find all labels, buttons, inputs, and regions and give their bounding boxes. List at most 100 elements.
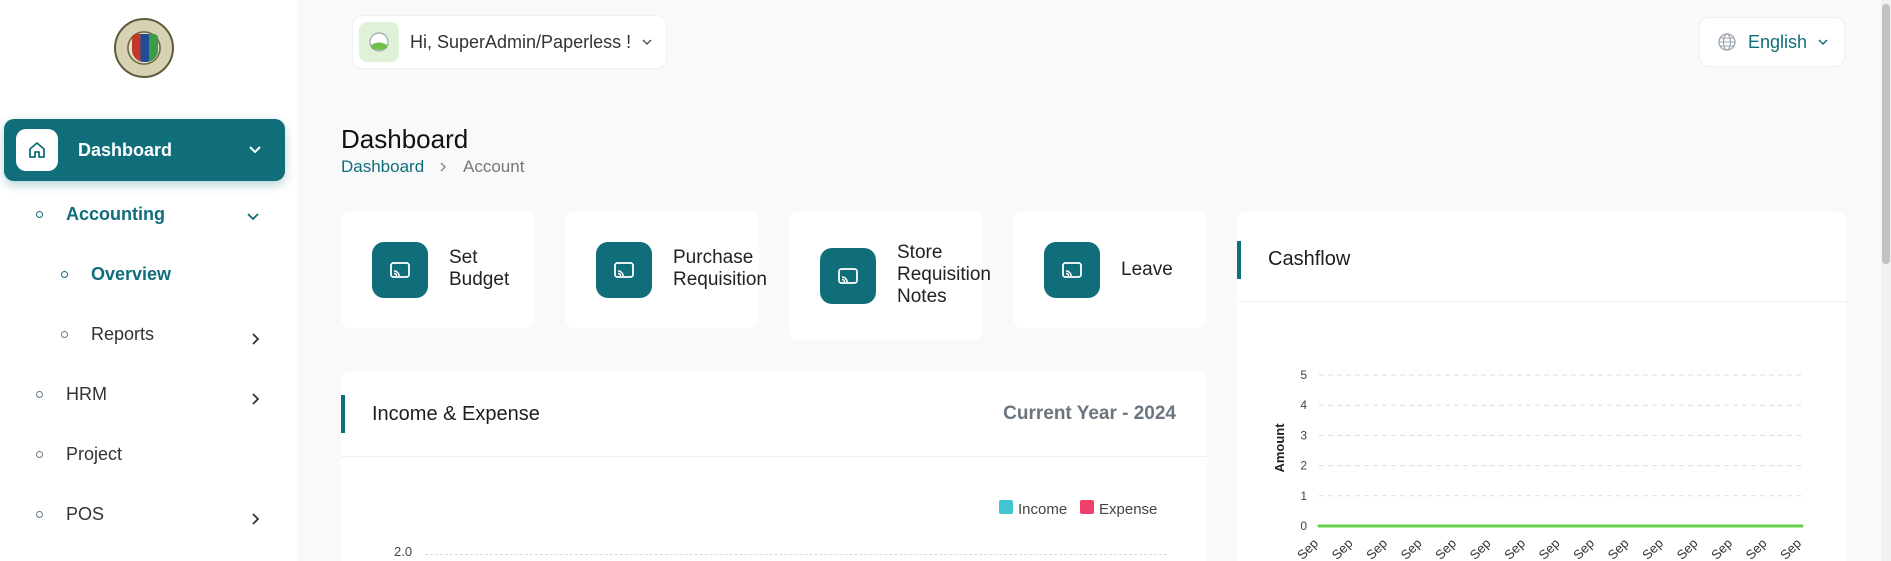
cashflow-point bbox=[1524, 524, 1528, 528]
quick-action-label: Purchase Requisition bbox=[673, 247, 767, 290]
user-greeting: Hi, SuperAdmin/Paperless ! bbox=[410, 31, 632, 52]
card-accent bbox=[1237, 241, 1241, 279]
sidebar-item-label: HRM bbox=[66, 384, 107, 404]
sidebar-item-label: Overview bbox=[91, 264, 172, 284]
cast-icon bbox=[1044, 242, 1100, 298]
quick-action-label: Set Budget bbox=[449, 247, 510, 290]
x-tick-label: Sep bbox=[1674, 536, 1701, 561]
cast-icon bbox=[596, 242, 652, 298]
x-tick-label: Sep bbox=[1605, 536, 1632, 561]
cashflow-point bbox=[1628, 524, 1631, 528]
x-tick-label: Sep bbox=[1708, 536, 1735, 561]
cast-icon bbox=[820, 248, 876, 304]
period-label: Current Year - 2024 bbox=[1003, 403, 1176, 424]
cashflow-point bbox=[1386, 524, 1390, 528]
cashflow-point bbox=[1559, 524, 1562, 528]
chevron-right-icon bbox=[252, 393, 260, 405]
x-tick-label: Sep bbox=[1363, 536, 1390, 561]
card-title: Income & Expense bbox=[372, 403, 540, 425]
sidebar-item-label: Accounting bbox=[66, 204, 165, 224]
x-tick-label: Sep bbox=[1501, 536, 1528, 561]
chevron-down-icon bbox=[642, 39, 652, 46]
sidebar-item-dashboard[interactable]: Dashboard bbox=[4, 119, 285, 181]
chevron-down-icon bbox=[249, 146, 261, 154]
income-expense-card: Income & Expense Current Year - 2024 Inc… bbox=[341, 371, 1207, 561]
chevron-down-icon bbox=[247, 213, 259, 221]
cashflow-point bbox=[1766, 524, 1769, 528]
y-tick-label: 5 bbox=[1300, 368, 1307, 382]
y-tick-label: 2.0 bbox=[394, 544, 413, 559]
bullet-icon bbox=[61, 331, 68, 338]
y-axis-label: Amount bbox=[1272, 423, 1287, 473]
x-tick-label: Sep bbox=[1639, 536, 1666, 561]
y-tick-label: 4 bbox=[1300, 398, 1307, 412]
quick-action-leave[interactable]: Leave bbox=[1013, 211, 1207, 328]
page-title: Dashboard bbox=[341, 124, 469, 154]
chevron-right-icon bbox=[440, 162, 446, 172]
x-tick-label: Sep bbox=[1536, 536, 1563, 561]
sidebar-item-label: Reports bbox=[91, 324, 155, 344]
bullet-icon bbox=[36, 391, 43, 398]
legend-swatch-income bbox=[999, 500, 1013, 514]
card-divider bbox=[341, 456, 1207, 457]
bullet-icon bbox=[36, 451, 43, 458]
x-tick-label: Sep bbox=[1467, 536, 1494, 561]
sidebar-item-label: Project bbox=[66, 444, 123, 464]
chevron-right-icon bbox=[252, 333, 260, 345]
cashflow-point bbox=[1731, 524, 1735, 528]
globe-icon bbox=[1718, 33, 1736, 51]
sidebar-item-label: POS bbox=[66, 504, 105, 524]
chevron-right-icon bbox=[252, 513, 260, 525]
x-tick-label: Sep bbox=[1432, 536, 1459, 561]
bullet-icon bbox=[61, 271, 68, 278]
cashflow-point bbox=[1697, 524, 1700, 528]
cashflow-point bbox=[1800, 524, 1804, 528]
x-tick-label: Sep bbox=[1294, 536, 1321, 561]
avatar bbox=[359, 22, 399, 62]
bullet-icon bbox=[36, 211, 43, 218]
quick-action-purchase-requisition[interactable]: Purchase Requisition bbox=[565, 211, 767, 328]
legend-swatch-expense bbox=[1080, 500, 1094, 514]
y-tick-label: 2 bbox=[1300, 459, 1307, 473]
x-tick-label: Sep bbox=[1329, 536, 1356, 561]
breadcrumb-current: Account bbox=[463, 157, 525, 176]
quick-action-label: Leave bbox=[1121, 259, 1173, 280]
scrollbar-thumb[interactable] bbox=[1882, 4, 1890, 264]
language-selector[interactable]: English bbox=[1699, 17, 1845, 67]
cashflow-chart: 0 1 2 3 4 5 Amount Sep Sep Sep Sep Sep Sep Sep Sep Se… bbox=[1272, 368, 1804, 561]
legend-label-income: Income bbox=[1018, 501, 1068, 518]
quick-action-store-requisition-notes[interactable]: Store Requisition Notes bbox=[789, 211, 991, 340]
cashflow-card: Cashflow 0 1 2 3 4 5 Amount Sep Sep Sep Sep Sep Se… bbox=[1237, 211, 1846, 561]
user-menu[interactable]: Hi, SuperAdmin/Paperless ! bbox=[352, 15, 667, 69]
page-scrollbar[interactable] bbox=[1881, 0, 1891, 561]
home-icon bbox=[16, 129, 58, 171]
bullet-icon bbox=[36, 511, 43, 518]
grid-line bbox=[425, 554, 1167, 555]
cashflow-point bbox=[1662, 524, 1666, 528]
cashflow-point bbox=[1421, 524, 1424, 528]
x-tick-label: Sep bbox=[1777, 536, 1804, 561]
cashflow-point bbox=[1455, 524, 1459, 528]
x-tick-label: Sep bbox=[1570, 536, 1597, 561]
quick-action-label: Store Requisition Notes bbox=[897, 242, 991, 307]
y-tick-label: 3 bbox=[1300, 428, 1307, 442]
quick-action-set-budget[interactable]: Set Budget bbox=[341, 211, 535, 328]
language-label: English bbox=[1748, 31, 1808, 52]
card-accent bbox=[341, 395, 345, 433]
x-tick-label: Sep bbox=[1398, 536, 1425, 561]
y-tick-label: 1 bbox=[1300, 489, 1307, 503]
cashflow-point bbox=[1593, 524, 1597, 528]
sidebar: Dashboard Accounting Overview Reports HR… bbox=[0, 0, 297, 561]
x-tick-label: Sep bbox=[1743, 536, 1770, 561]
chevron-down-icon bbox=[1818, 39, 1828, 46]
institution-logo bbox=[114, 18, 174, 78]
card-title: Cashflow bbox=[1268, 248, 1351, 270]
cashflow-point bbox=[1490, 524, 1493, 528]
sidebar-item-label: Dashboard bbox=[78, 139, 173, 160]
breadcrumb-link-dashboard[interactable]: Dashboard bbox=[341, 157, 424, 177]
legend-label-expense: Expense bbox=[1099, 501, 1158, 518]
cashflow-point bbox=[1352, 524, 1355, 528]
y-tick-label: 0 bbox=[1300, 519, 1307, 533]
cast-icon bbox=[372, 242, 428, 298]
cashflow-point bbox=[1317, 524, 1321, 528]
